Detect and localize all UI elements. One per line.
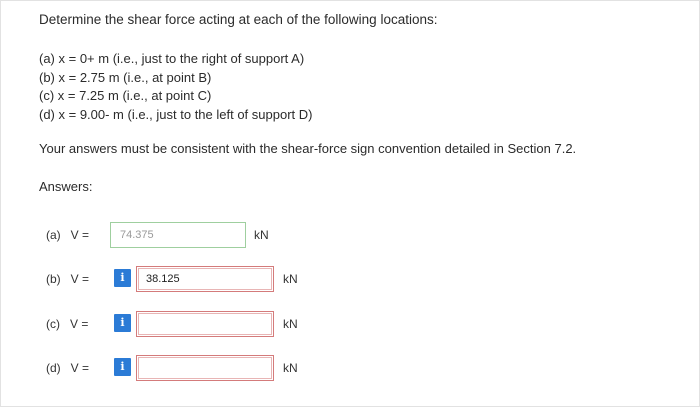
info-icon[interactable]: i <box>114 269 131 287</box>
answer-label-a: (a) V = <box>46 228 90 242</box>
question-title: Determine the shear force acting at each… <box>39 12 438 27</box>
answer-field-a: 74.375 <box>110 222 246 248</box>
location-item-c: (c) x = 7.25 m (i.e., at point C) <box>39 88 212 103</box>
unit-label-c: kN <box>283 317 298 331</box>
answer-row-d: (d) V = i kN <box>46 355 446 383</box>
answer-label-b: (b) V = <box>46 272 90 286</box>
unit-label-d: kN <box>283 361 298 375</box>
answer-input-d[interactable] <box>136 355 274 381</box>
info-icon[interactable]: i <box>114 358 131 376</box>
location-item-d: (d) x = 9.00- m (i.e., just to the left … <box>39 106 313 122</box>
unit-label-b: kN <box>283 272 298 286</box>
location-list: (a) x = 0+ m (i.e., just to the right of… <box>39 50 312 124</box>
answer-row-b: (b) V = i 38.125 kN <box>46 266 446 294</box>
sign-convention-note: Your answers must be consistent with the… <box>39 141 577 156</box>
info-icon[interactable]: i <box>114 314 131 332</box>
location-item-b: (b) x = 2.75 m (i.e., at point B) <box>39 69 212 85</box>
answers-label: Answers: <box>39 179 93 194</box>
answer-label-d: (d) V = <box>46 361 90 375</box>
answer-row-c: (c) V = i kN <box>46 311 446 339</box>
answer-input-b[interactable]: 38.125 <box>136 266 274 292</box>
answer-label-c: (c) V = <box>46 317 89 331</box>
location-item-a: (a) x = 0+ m (i.e., just to the right of… <box>39 51 305 66</box>
answer-row-a: (a) V = 74.375 kN <box>46 222 446 250</box>
answer-input-c[interactable] <box>136 311 274 337</box>
unit-label-a: kN <box>254 228 269 242</box>
